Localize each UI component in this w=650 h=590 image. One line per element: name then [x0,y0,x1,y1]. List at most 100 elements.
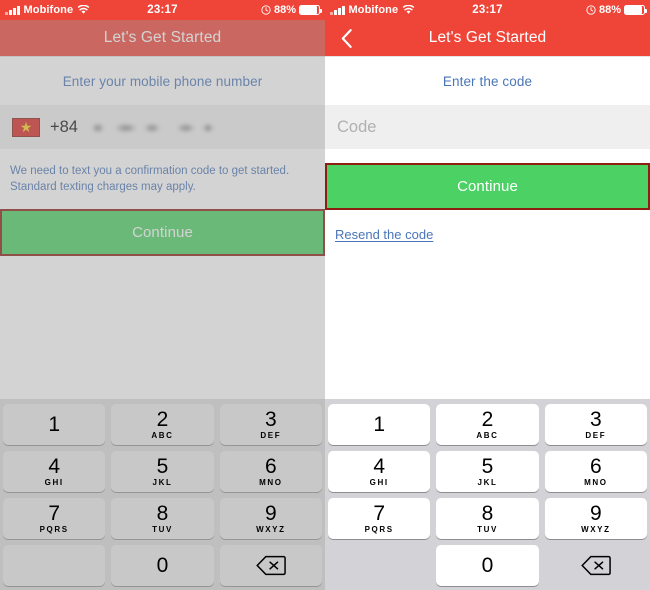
helper-line-1: We need to text you a confirmation code … [10,165,290,177]
key-number: 4 [48,455,60,478]
key-5[interactable]: 5 JKL [436,451,539,492]
key-9[interactable]: 9 WXYZ [544,498,647,539]
key-0[interactable]: 0 [436,545,539,586]
continue-highlight-box-left: Continue [0,209,325,256]
dial-code-label: +84 [50,117,78,136]
key-4[interactable]: 4 GHI [328,451,431,492]
keypad-row: 4 GHI 5 JKL 6 MNO [328,451,647,492]
key-3[interactable]: 3 DEF [219,404,322,445]
flag-star: ★ [19,119,33,135]
phone-number-screen: Mobifone 23:17 88% Let's Get Started Ent… [0,0,325,590]
key-letters: MNO [584,478,608,487]
key-letters: DEF [260,431,282,440]
key-6[interactable]: 6 MNO [544,451,647,492]
battery-icon [624,5,647,15]
status-bar-left-group: Mobifone [5,4,90,16]
key-7[interactable]: 7 PQRS [328,498,431,539]
wifi-icon [77,4,90,15]
key-8[interactable]: 8 TUV [436,498,539,539]
key-number: 3 [264,408,277,431]
alarm-icon [261,5,271,15]
dual-screen-comparison: Mobifone 23:17 88% Let's Get Started Ent… [0,0,650,590]
keypad-row: 1 2 ABC 3 DEF [328,404,647,445]
alarm-icon [586,5,596,15]
continue-highlight-box-right: Continue [325,163,650,210]
key-number: 2 [481,408,494,431]
key-number: 7 [373,502,385,525]
key-2[interactable]: 2 ABC [111,404,214,445]
key-letters: TUV [477,525,498,534]
code-form: Enter the code Code Continue Resend the … [325,57,650,244]
status-bar-left-group: Mobifone [330,4,415,16]
keypad-row: 7 PQRS 8 TUV 9 WXYZ [3,498,322,539]
keypad-row: 4 GHI 5 JKL 6 MNO [3,451,322,492]
carrier-label: Mobifone [348,4,399,16]
key-letters: GHI [44,478,64,487]
key-number: 9 [589,502,602,525]
code-entry-screen: Mobifone 23:17 88% Let's Get Started Ent… [325,0,650,590]
key-number: 7 [48,502,60,525]
key-1[interactable]: 1 [328,404,431,445]
numeric-keypad-right: 1 2 ABC 3 DEF 4 GHI 5 JKL 6 MNO 7 PQRS 8 TUV 9W… [325,399,650,590]
key-number: 6 [589,455,602,478]
key-4[interactable]: 4 GHI [3,451,106,492]
back-chevron-icon[interactable] [331,20,361,56]
key-9[interactable]: 9 WXYZ [219,498,322,539]
resend-code-link[interactable]: Resend the code [335,227,433,242]
key-3[interactable]: 3 DEF [544,404,647,445]
key-letters: JKL [152,478,173,487]
backspace-icon[interactable] [219,545,322,586]
page-title: Let's Get Started [428,29,547,46]
key-8[interactable]: 8 TUV [111,498,214,539]
carrier-label: Mobifone [23,4,74,16]
phone-number-value-redacted[interactable] [90,118,313,136]
status-bar-right-group: 88% [261,4,322,16]
resend-row: Resend the code [325,210,650,244]
key-letters: TUV [152,525,173,534]
key-letters: WXYZ [581,525,611,534]
key-6[interactable]: 6 MNO [219,451,322,492]
status-bar-left: Mobifone 23:17 88% [0,0,325,20]
key-number: 3 [589,408,602,431]
key-2[interactable]: 2 ABC [436,404,539,445]
key-letters: GHI [369,478,389,487]
key-0[interactable]: 0 [111,545,214,586]
key-7[interactable]: 7 PQRS [3,498,106,539]
key-blank [328,545,430,586]
key-letters: ABC [151,431,174,440]
continue-button[interactable]: Continue [327,165,648,208]
key-letters: PQRS [39,525,69,534]
key-letters: PQRS [364,525,394,534]
helper-line-2: Standard texting charges may apply. [10,181,196,193]
key-number: 9 [264,502,277,525]
phone-number-input[interactable]: ★ +84 [0,105,325,149]
key-letters: DEF [585,431,607,440]
vietnam-flag-icon[interactable]: ★ [12,117,40,137]
key-letters: MNO [259,478,283,487]
wifi-icon [402,4,415,15]
keypad-row: 1 2 ABC 3 DEF [3,404,322,445]
key-1[interactable]: 1 [3,404,106,445]
key-number: 2 [156,408,169,431]
key-5[interactable]: 5 JKL [111,451,214,492]
key-blank [3,545,106,586]
keypad-row: 7 PQRS 8 TUV 9 WXYZ [328,498,647,539]
status-bar-right: Mobifone 23:17 88% [325,0,650,20]
code-placeholder: Code [337,117,377,136]
keypad-row: 0 [3,545,322,586]
continue-button[interactable]: Continue [2,211,323,254]
battery-percent-label: 88% [598,4,621,16]
key-number: 8 [156,502,169,525]
code-prompt-label: Enter the code [442,74,533,89]
key-letters: ABC [476,431,499,440]
phone-helper-text: We need to text you a confirmation code … [0,149,325,209]
key-number: 8 [481,502,494,525]
key-number: 0 [481,554,494,577]
status-bar-right-group: 88% [586,4,647,16]
nav-bar-right: Let's Get Started [325,20,650,57]
code-input[interactable]: Code [325,105,650,149]
backspace-icon[interactable] [545,545,647,586]
signal-bars-icon [330,5,345,15]
key-number: 0 [156,554,169,577]
key-letters: JKL [477,478,498,487]
